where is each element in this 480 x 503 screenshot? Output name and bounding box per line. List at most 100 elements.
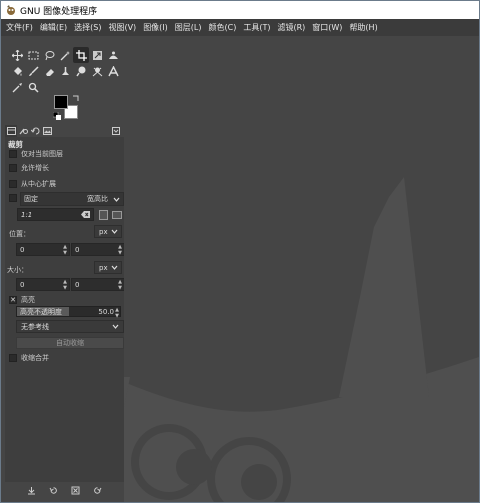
position-unit-select[interactable]: px [94,225,122,238]
spin-arrows-icon[interactable]: ▲ ▼ [63,244,67,256]
menu-filters[interactable]: 滤镜(R) [277,22,305,33]
rect-select-icon[interactable] [25,47,41,63]
tab-images[interactable] [41,125,53,137]
text-icon[interactable] [105,63,121,79]
menu-layer[interactable]: 图层(L) [175,22,202,33]
transform-icon[interactable] [89,47,105,63]
menu-view[interactable]: 视图(V) [108,22,136,33]
chevron-down-icon [111,265,118,270]
restore-options-icon[interactable] [49,486,58,495]
size-unit-value: px [99,263,108,272]
position-y-input[interactable]: 0 ▲ ▼ [71,243,125,256]
images-icon [42,127,52,135]
size-height-value: 0 [75,280,80,289]
fixed-mode-value: 宽高比 [87,195,108,203]
fixed-checkbox[interactable] [9,194,17,202]
guides-combo[interactable]: 无参考线 [16,320,124,333]
chevron-down-icon [112,324,119,329]
position-label: 位置： [9,230,30,238]
expand-center-checkbox[interactable] [9,180,17,188]
guides-value: 无参考线 [21,322,49,331]
tab-menu-button[interactable] [110,125,122,137]
ratio-value: 1:1 [21,210,33,219]
spin-arrows-icon[interactable]: ▲ ▼ [115,307,119,319]
clone-icon[interactable] [57,63,73,79]
tool-options-panel: 裁剪 仅对当前图层 允许增长 从中心扩展 固定 宽高比 1:1 位置： px 0… [5,137,125,482]
highlight-label: 高亮 [21,296,35,304]
wilber-watermark-icon [124,177,479,502]
current-layer-only-row[interactable]: 仅对当前图层 [9,149,63,159]
highlight-opacity-slider[interactable]: 高亮不透明度 50.0 ▲ ▼ [16,306,121,319]
clear-icon[interactable] [81,211,90,218]
current-layer-only-checkbox[interactable] [9,150,17,158]
menu-image[interactable]: 图像(I) [143,22,168,33]
highlight-opacity-value: 50.0 [98,307,114,316]
menu-select[interactable]: 选择(S) [74,22,101,33]
position-row: 位置： [9,229,30,239]
window-title: GNU 图像处理程序 [20,6,98,17]
bucket-fill-icon[interactable] [9,63,25,79]
expand-center-row[interactable]: 从中心扩展 [9,179,56,189]
color-picker-icon[interactable] [9,79,25,95]
spin-arrows-icon[interactable]: ▲ ▼ [63,279,67,291]
eraser-icon[interactable] [41,63,57,79]
fuzzy-select-icon[interactable] [57,47,73,63]
foreground-color-swatch[interactable] [54,95,68,109]
position-unit-value: px [99,227,108,236]
dock-tabs [5,125,124,137]
fixed-mode-combo[interactable]: 固定 宽高比 [20,192,124,206]
swap-colors-icon[interactable] [72,95,79,102]
allow-growing-row[interactable]: 允许增长 [9,163,49,173]
ratio-input[interactable]: 1:1 [17,208,94,221]
position-y-value: 0 [75,245,80,254]
portrait-icon[interactable] [99,210,108,220]
spin-arrows-icon[interactable]: ▲ ▼ [118,244,122,256]
auto-shrink-button[interactable]: 自动收缩 [16,337,124,349]
crop-icon[interactable] [73,47,89,63]
chevron-down-icon [111,229,118,234]
move-icon[interactable] [9,47,25,63]
highlight-opacity-label: 高亮不透明度 [20,307,62,316]
current-layer-only-label: 仅对当前图层 [21,150,63,158]
warp-icon[interactable] [105,47,121,63]
canvas-area[interactable] [124,37,479,502]
size-width-input[interactable]: 0 ▲ ▼ [16,278,70,291]
expand-center-label: 从中心扩展 [21,180,56,188]
lasso-icon[interactable] [41,47,57,63]
shrink-merged-label: 收缩合并 [21,354,49,362]
menu-bar: 文件(F) 编辑(E) 选择(S) 视图(V) 图像(I) 图层(L) 颜色(C… [1,19,479,36]
position-x-input[interactable]: 0 ▲ ▼ [16,243,70,256]
tab-undo-history[interactable] [29,125,41,137]
size-unit-select[interactable]: px [94,261,122,274]
toolbox-panel: 裁剪 仅对当前图层 允许增长 从中心扩展 固定 宽高比 1:1 位置： px 0… [5,37,125,498]
zoom-icon[interactable] [25,79,41,95]
paintbrush-icon[interactable] [25,63,41,79]
menu-help[interactable]: 帮助(H) [349,22,377,33]
shrink-merged-row[interactable]: 收缩合并 [9,353,49,363]
tool-options-icon [6,127,16,135]
tab-tool-options[interactable] [5,125,17,137]
chevron-down-icon [113,197,120,202]
reset-options-icon[interactable] [93,486,102,495]
size-height-input[interactable]: 0 ▲ ▼ [71,278,125,291]
fg-bg-colors[interactable] [51,95,83,127]
save-options-icon[interactable] [27,486,36,495]
highlight-row[interactable]: ✕ 高亮 [9,295,35,305]
landscape-icon[interactable] [112,211,122,219]
tab-device-status[interactable] [17,125,29,137]
smudge-icon[interactable] [73,63,89,79]
menu-file[interactable]: 文件(F) [6,22,33,33]
dodge-icon[interactable] [89,63,105,79]
highlight-checkbox[interactable]: ✕ [9,296,17,304]
gimp-window: GNU 图像处理程序 文件(F) 编辑(E) 选择(S) 视图(V) 图像(I)… [0,0,480,503]
menu-colors[interactable]: 颜色(C) [209,22,237,33]
default-colors-icon[interactable] [53,112,61,120]
delete-options-icon[interactable] [71,486,80,495]
shrink-merged-checkbox[interactable] [9,354,17,362]
spin-arrows-icon[interactable]: ▲ ▼ [118,279,122,291]
allow-growing-checkbox[interactable] [9,164,17,172]
device-status-icon [18,128,28,135]
menu-edit[interactable]: 编辑(E) [40,22,67,33]
menu-windows[interactable]: 窗口(W) [312,22,342,33]
menu-tools[interactable]: 工具(T) [243,22,270,33]
